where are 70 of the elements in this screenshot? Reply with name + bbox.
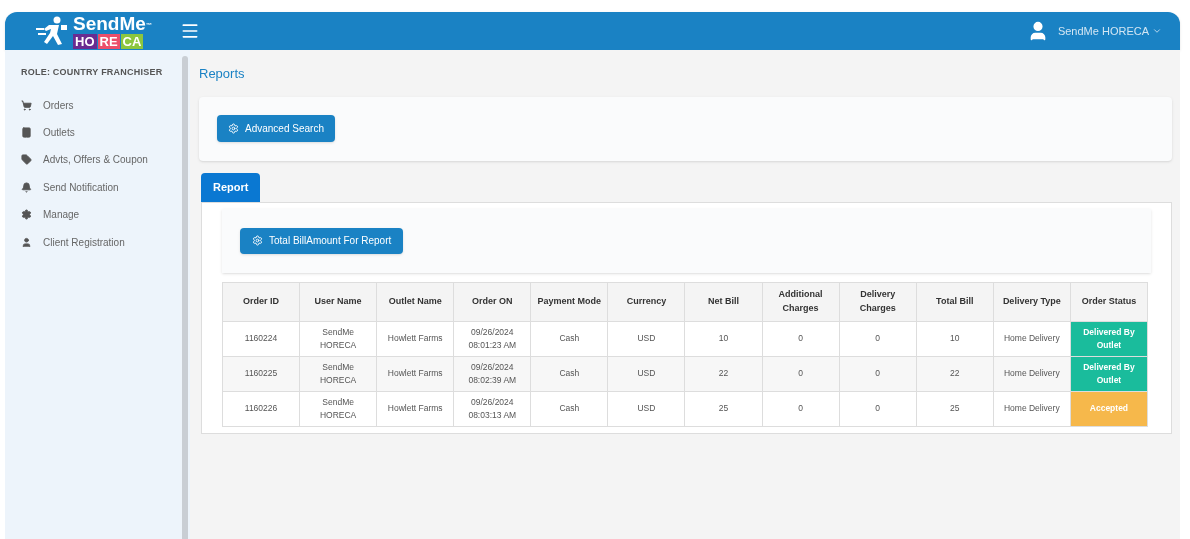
sidebar-item[interactable]: Send Notification: [21, 173, 182, 202]
column-header: Payment Mode: [530, 282, 608, 321]
column-header: User Name: [299, 282, 377, 321]
table-cell: USD: [607, 356, 685, 391]
table-cell: 1160224: [222, 321, 300, 356]
table-cell: SendMe HORECA: [299, 321, 377, 356]
table-cell: Howlett Farms: [376, 356, 454, 391]
table-cell: Home Delivery: [993, 356, 1071, 391]
status-badge: Delivered By Outlet: [1070, 321, 1148, 356]
column-header: Order ON: [453, 282, 531, 321]
sidebar-item[interactable]: Manage: [21, 201, 182, 229]
advanced-search-button[interactable]: Advanced Search: [217, 115, 335, 142]
column-header: Currency: [607, 282, 685, 321]
column-header: Delivery Charges: [839, 282, 917, 321]
status-badge: Accepted: [1070, 391, 1148, 426]
table-cell: 10: [916, 321, 994, 356]
sidebar-item[interactable]: Outlets: [21, 118, 182, 147]
table-cell: 22: [916, 356, 994, 391]
table-cell: 25: [684, 391, 763, 426]
column-header: Additional Charges: [762, 282, 840, 321]
table-cell: Home Delivery: [993, 391, 1071, 426]
logo-tag: HO: [73, 33, 97, 49]
bell-icon: [21, 181, 32, 193]
table-cell: 10: [684, 321, 763, 356]
table-cell: 09/26/2024 08:02:39 AM: [453, 356, 531, 391]
column-header: Outlet Name: [376, 282, 454, 321]
tag-icon: [21, 154, 32, 166]
table-cell: USD: [607, 321, 685, 356]
table-cell: USD: [607, 391, 685, 426]
column-header: Order Status: [1070, 282, 1148, 321]
table-cell: 1160225: [222, 356, 300, 391]
page-title: Reports: [199, 65, 246, 83]
chevron-down-icon[interactable]: [1152, 26, 1162, 36]
table-cell: SendMe HORECA: [299, 391, 377, 426]
table-cell: Home Delivery: [993, 321, 1071, 356]
menu-icon[interactable]: [180, 21, 200, 41]
sidebar-item[interactable]: Client Registration: [21, 228, 182, 256]
table-cell: 0: [762, 391, 840, 426]
table-cell: 0: [839, 321, 917, 356]
table-cell: Howlett Farms: [376, 391, 454, 426]
logo-tag: CA: [120, 33, 144, 49]
logo-text: SendMe$^{™}$: [73, 13, 152, 33]
table-cell: SendMe HORECA: [299, 356, 377, 391]
cart-icon: [21, 99, 32, 111]
column-header: Order ID: [222, 282, 300, 321]
table-cell: 1160226: [222, 391, 300, 426]
logo-tag: RE: [97, 33, 120, 49]
table-cell: Cash: [530, 321, 608, 356]
table-cell: Howlett Farms: [376, 321, 454, 356]
column-header: Total Bill: [916, 282, 994, 321]
tab[interactable]: Report: [201, 172, 261, 202]
table-cell: 09/26/2024 08:01:23 AM: [453, 321, 531, 356]
column-header: Delivery Type: [993, 282, 1071, 321]
table-cell: 0: [762, 356, 840, 391]
table-cell: 0: [839, 391, 917, 426]
table-cell: Cash: [530, 356, 608, 391]
table-cell: Cash: [530, 391, 608, 426]
table-cell: 25: [916, 391, 994, 426]
sidebar-item[interactable]: Advts, Offers & Coupon: [21, 146, 182, 174]
status-badge: Delivered By Outlet: [1070, 356, 1148, 391]
table-cell: 0: [839, 356, 917, 391]
total-bill-button[interactable]: Total BillAmount For Report: [240, 227, 404, 254]
table-cell: 09/26/2024 08:03:13 AM: [453, 391, 531, 426]
sidebar-item[interactable]: Orders: [21, 91, 182, 119]
role-label: ROLE: COUNTRY FRANCHISER: [21, 66, 164, 79]
table-cell: 0: [762, 321, 840, 356]
user-name[interactable]: SendMe HORECA: [1057, 22, 1149, 40]
user-icon: [21, 236, 32, 248]
table-cell: 22: [684, 356, 763, 391]
column-header: Net Bill: [684, 282, 763, 321]
